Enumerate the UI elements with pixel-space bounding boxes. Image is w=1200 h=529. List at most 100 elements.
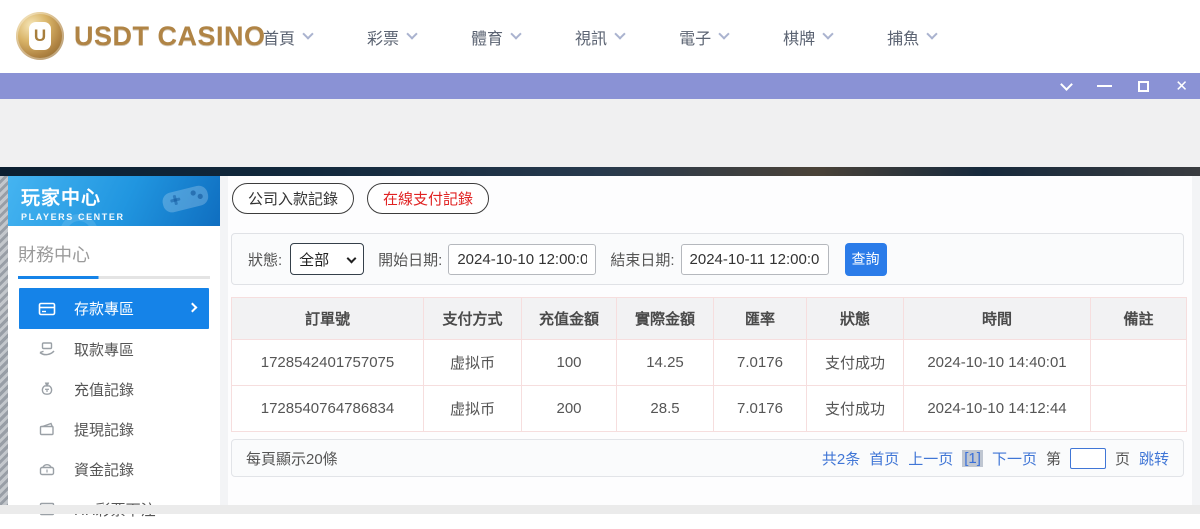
table-row: 1728540764786834 虚拟币 200 28.5 7.0176 支付成…	[232, 386, 1187, 432]
nav-item-lottery[interactable]: 彩票	[367, 25, 416, 49]
tab-online-payment-records[interactable]: 在線支付記錄	[367, 183, 489, 214]
nav-item-home[interactable]: 首頁	[263, 25, 312, 49]
main-content: 公司入款記錄 在線支付記錄 狀態: 全部 開始日期: 結束日期: 查詢 訂單號 …	[228, 176, 1192, 505]
records-table: 訂單號 支付方式 充值金額 實際金額 匯率 狀態 時間 備註 172854240…	[231, 297, 1187, 432]
pagination-bar: 每頁顯示20條 共2条 首页 上一页 [1] 下一页 第 页 跳转	[231, 439, 1184, 477]
end-date-label: 結束日期:	[610, 249, 674, 270]
status-select[interactable]: 全部	[290, 243, 364, 275]
col-header-time: 時間	[904, 298, 1091, 340]
sidebar-item-label: 取款專區	[74, 339, 134, 360]
total-count: 共2条	[822, 448, 860, 469]
filter-panel: 狀態: 全部 開始日期: 結束日期: 查詢	[231, 233, 1184, 285]
logo-letter: U	[29, 22, 51, 50]
nav-item-label: 捕魚	[887, 25, 919, 49]
cell-status: 支付成功	[807, 340, 904, 386]
table-row: 1728542401757075 虚拟币 100 14.25 7.0176 支付…	[232, 340, 1187, 386]
sidebar-item-withdraw[interactable]: 取款專區	[8, 329, 220, 369]
sidebar-menu: 存款專區 取款專區 充值記錄 提現記錄 資金記錄	[8, 288, 220, 529]
nav-item-label: 首頁	[263, 25, 295, 49]
chevron-down-icon	[406, 28, 417, 39]
bottom-spacer	[0, 505, 1200, 514]
page-jump-input[interactable]	[1070, 448, 1106, 469]
status-label: 狀態:	[248, 249, 282, 270]
cell-order-no: 1728540764786834	[232, 386, 424, 432]
nav-item-fishing[interactable]: 捕魚	[887, 25, 936, 49]
top-header: U USDT CASINO 首頁 彩票 體育 視訊 電子 棋牌 捕魚	[0, 0, 1200, 73]
cell-recharge-amount: 200	[522, 386, 617, 432]
nav-item-label: 彩票	[367, 25, 399, 49]
next-page-link[interactable]: 下一页	[992, 448, 1037, 469]
sidebar-item-label: 充值記錄	[74, 379, 134, 400]
brand-name: USDT CASINO	[74, 21, 266, 52]
cell-rate: 7.0176	[714, 340, 807, 386]
chevron-down-icon	[302, 28, 313, 39]
start-date-input[interactable]	[448, 244, 596, 275]
record-tabs: 公司入款記錄 在線支付記錄	[232, 183, 489, 214]
cell-actual-amount: 14.25	[617, 340, 714, 386]
pagination-controls: 共2条 首页 上一页 [1] 下一页 第 页 跳转	[822, 448, 1169, 469]
nav-item-label: 電子	[679, 25, 711, 49]
col-header-pay-method: 支付方式	[424, 298, 522, 340]
cell-pay-method: 虚拟币	[424, 386, 522, 432]
nav-item-sports[interactable]: 體育	[471, 25, 520, 49]
background-banner-strip	[0, 167, 1200, 176]
nav-item-live[interactable]: 視訊	[575, 25, 624, 49]
main-nav: 首頁 彩票 體育 視訊 電子 棋牌 捕魚	[263, 0, 991, 73]
nav-item-label: 視訊	[575, 25, 607, 49]
sidebar: 玩家中心 PLAYERS CENTER 財務中心 存款專區 取	[8, 176, 220, 505]
current-page-badge: [1]	[962, 450, 983, 467]
chevron-down-icon	[510, 28, 521, 39]
prev-page-link[interactable]: 上一页	[908, 448, 953, 469]
first-page-link[interactable]: 首页	[869, 448, 899, 469]
nav-item-label: 體育	[471, 25, 503, 49]
sidebar-item-funds-records[interactable]: 資金記錄	[8, 449, 220, 489]
sidebar-item-label: 資金記錄	[74, 459, 134, 480]
window-titlebar: ✕	[0, 73, 1200, 99]
col-header-status: 狀態	[807, 298, 904, 340]
chevron-down-icon	[347, 254, 357, 264]
cell-time: 2024-10-10 14:12:44	[904, 386, 1091, 432]
cell-time: 2024-10-10 14:40:01	[904, 340, 1091, 386]
wallet-icon	[38, 420, 57, 438]
start-date-label: 開始日期:	[378, 249, 442, 270]
cell-remark	[1091, 340, 1187, 386]
cell-recharge-amount: 100	[522, 340, 617, 386]
sidebar-item-withdrawal-records[interactable]: 提現記錄	[8, 409, 220, 449]
header-spacer	[0, 99, 1200, 167]
coin-purse-icon	[38, 460, 57, 478]
brand-logo[interactable]: U USDT CASINO	[16, 12, 266, 60]
jump-prefix-label: 第	[1046, 448, 1061, 469]
chevron-down-icon[interactable]	[1061, 78, 1074, 91]
sidebar-texture-edge	[0, 176, 8, 514]
moneybag-icon	[38, 380, 57, 398]
chevron-down-icon	[718, 28, 729, 39]
sidebar-item-label: 存款專區	[74, 298, 134, 319]
nav-item-chess[interactable]: 棋牌	[783, 25, 832, 49]
cell-remark	[1091, 386, 1187, 432]
minimize-icon[interactable]	[1097, 85, 1112, 87]
nav-item-label: 棋牌	[783, 25, 815, 49]
sidebar-item-recharge-records[interactable]: 充值記錄	[8, 369, 220, 409]
tab-company-deposit-records[interactable]: 公司入款記錄	[232, 183, 354, 214]
withdraw-hand-icon	[38, 340, 57, 358]
col-header-order-no: 訂單號	[232, 298, 424, 340]
col-header-recharge-amount: 充值金額	[522, 298, 617, 340]
search-button[interactable]: 查詢	[845, 243, 887, 276]
logo-coin-icon: U	[16, 12, 64, 60]
close-icon[interactable]: ✕	[1175, 79, 1188, 94]
cell-order-no: 1728542401757075	[232, 340, 424, 386]
sidebar-item-deposit[interactable]: 存款專區	[19, 288, 209, 329]
cell-rate: 7.0176	[714, 386, 807, 432]
end-date-input[interactable]	[681, 244, 829, 275]
chevron-down-icon	[822, 28, 833, 39]
table-header-row: 訂單號 支付方式 充值金額 實際金額 匯率 狀態 時間 備註	[232, 298, 1187, 340]
maximize-icon[interactable]	[1138, 81, 1149, 92]
nav-item-slots[interactable]: 電子	[679, 25, 728, 49]
sidebar-header: 玩家中心 PLAYERS CENTER	[8, 176, 220, 226]
sidebar-section-title: 財務中心	[8, 226, 220, 276]
cell-actual-amount: 28.5	[617, 386, 714, 432]
col-header-actual-amount: 實際金額	[617, 298, 714, 340]
chevron-down-icon	[614, 28, 625, 39]
cell-status: 支付成功	[807, 386, 904, 432]
jump-button[interactable]: 跳转	[1139, 448, 1169, 469]
